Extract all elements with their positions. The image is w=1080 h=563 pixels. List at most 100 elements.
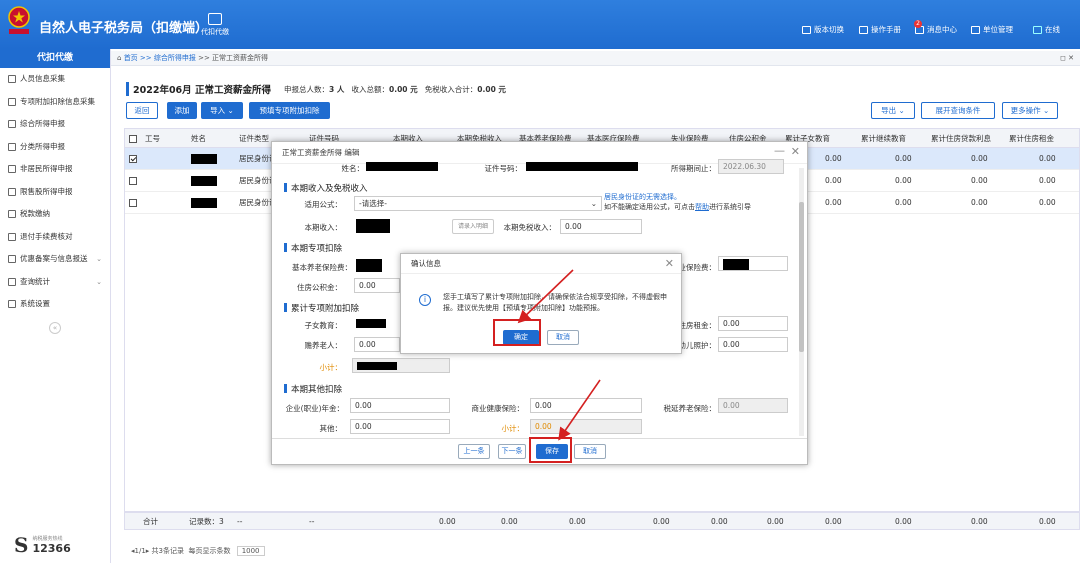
sidebar-item-5[interactable]: 限售股所得申报 bbox=[0, 181, 110, 204]
dialog-scrollbar[interactable] bbox=[799, 168, 804, 436]
sidebar-item-label: 专项附加扣除信息采集 bbox=[20, 96, 95, 106]
sidebar-item-label: 限售股所得申报 bbox=[20, 186, 73, 196]
income-value-redacted bbox=[356, 219, 390, 233]
withhold-icon bbox=[208, 13, 222, 25]
top-nav-label: 代扣代缴 bbox=[201, 28, 229, 36]
child-edu-value-redacted bbox=[356, 319, 386, 328]
person-icon bbox=[8, 75, 16, 84]
hotline-number: 12366 bbox=[32, 542, 71, 555]
select-all-checkbox[interactable] bbox=[129, 135, 137, 143]
sidebar-item-7[interactable]: 退付手续费核对 bbox=[0, 226, 110, 249]
deferred-pension-field: 0.00 bbox=[718, 398, 788, 413]
annuity-input[interactable]: 0.00 bbox=[350, 398, 450, 413]
pager-next-icon[interactable]: ▸ bbox=[146, 547, 150, 555]
name-redacted bbox=[191, 198, 217, 208]
sidebar: 代扣代缴 人员信息采集专项附加扣除信息采集综合所得申报 分类所得申报 非居民所得申报… bbox=[0, 49, 111, 563]
unit-management-button[interactable]: 单位管理 bbox=[971, 24, 1013, 35]
sidebar-item-4[interactable]: 非居民所得申报 bbox=[0, 158, 110, 181]
period-end-field: 2022.06.30 bbox=[718, 159, 784, 174]
add-button[interactable]: 添加 bbox=[167, 102, 197, 119]
expand-query-button[interactable]: 展开查询条件 bbox=[921, 102, 995, 119]
id-type-cell: 居民身份证 bbox=[239, 198, 275, 207]
close-icon[interactable]: ✕ bbox=[665, 257, 674, 270]
message-icon: 2 bbox=[914, 19, 924, 34]
confirm-title: 确认信息 bbox=[401, 254, 681, 274]
sidebar-title: 代扣代缴 bbox=[0, 49, 110, 68]
name-value-redacted bbox=[366, 162, 438, 171]
footer-value: 0.00 bbox=[971, 517, 988, 526]
top-nav-withhold[interactable]: 代扣代缴 bbox=[199, 13, 231, 37]
column-header[interactable]: 累计住房贷款利息 bbox=[931, 129, 991, 148]
page-size-input[interactable]: 1000 bbox=[236, 546, 265, 556]
name-redacted bbox=[191, 176, 217, 186]
sidebar-item-label: 优惠备案与信息报送 bbox=[20, 254, 88, 263]
chevron-down-icon: ⌄ bbox=[1043, 106, 1050, 115]
confirm-cancel-button[interactable]: 取消 bbox=[547, 330, 579, 345]
sidebar-item-8[interactable]: 优惠备案与信息报送 ⌄ bbox=[0, 248, 110, 271]
window-controls[interactable]: ◻ ✕ bbox=[1060, 51, 1074, 66]
health-insurance-input[interactable]: 0.00 bbox=[530, 398, 642, 413]
taxfree-income-input[interactable]: 0.00 bbox=[560, 219, 642, 234]
id-type-cell: 居民身份证 bbox=[239, 154, 275, 163]
income-detail-button[interactable]: 请录入明细 bbox=[452, 219, 494, 234]
column-header[interactable]: 累计住房租金 bbox=[1009, 129, 1054, 148]
column-header[interactable]: 证件类型 bbox=[239, 129, 269, 148]
online-status[interactable]: 在线 bbox=[1033, 24, 1060, 35]
housing-fund-input[interactable]: 0.00 bbox=[354, 278, 400, 293]
sidebar-item-0[interactable]: 人员信息采集 bbox=[0, 68, 110, 91]
hotline-icon: S bbox=[14, 533, 29, 557]
payment-icon bbox=[8, 210, 16, 219]
manual-button[interactable]: 操作手册 bbox=[859, 24, 901, 35]
close-icon[interactable]: ✕ bbox=[791, 145, 800, 158]
prev-record-button[interactable]: 上一条 bbox=[458, 444, 490, 459]
sidebar-item-1[interactable]: 专项附加扣除信息采集 bbox=[0, 91, 110, 114]
list-icon bbox=[8, 97, 16, 106]
sidebar-item-2[interactable]: 综合所得申报 bbox=[0, 113, 110, 136]
message-center-button[interactable]: 2 消息中心 bbox=[914, 19, 957, 35]
collapse-sidebar-icon[interactable]: « bbox=[49, 321, 61, 334]
sidebar-item-10[interactable]: 系统设置 bbox=[0, 293, 110, 316]
infant-care-input[interactable]: 0.00 bbox=[718, 337, 788, 352]
sidebar-item-9[interactable]: 查询统计 ⌄ bbox=[0, 271, 110, 294]
unemployment-input[interactable] bbox=[718, 256, 788, 271]
import-dropdown-button[interactable]: 导入 ⌄ bbox=[201, 102, 243, 119]
next-record-button[interactable]: 下一条 bbox=[498, 444, 526, 459]
elder-support-input[interactable]: 0.00 bbox=[354, 337, 400, 352]
column-header[interactable]: 累计继续教育 bbox=[861, 129, 906, 148]
value-cell: 0.00 bbox=[895, 198, 912, 207]
more-actions-button[interactable]: 更多操作 ⌄ bbox=[1002, 102, 1058, 119]
info-icon: i bbox=[419, 294, 431, 306]
column-header[interactable]: 工号 bbox=[145, 129, 160, 148]
breadcrumb-home[interactable]: 首页 bbox=[124, 54, 138, 62]
other-deduction-input[interactable]: 0.00 bbox=[350, 419, 450, 434]
footer-value: 0.00 bbox=[439, 517, 456, 526]
page-stats: 申报总人数：3 人 收入总额：0.00 元 免税收入合计：0.00 元 bbox=[284, 85, 506, 94]
footer-value: 0.00 bbox=[895, 517, 912, 526]
row-checkbox[interactable] bbox=[129, 177, 137, 185]
column-header[interactable]: 姓名 bbox=[191, 129, 206, 148]
export-dropdown-button[interactable]: 导出 ⌄ bbox=[871, 102, 915, 119]
breadcrumb-comprehensive[interactable]: >> 综合所得申报 bbox=[138, 54, 196, 62]
row-checkbox[interactable] bbox=[129, 199, 137, 207]
help-link[interactable]: 帮助 bbox=[695, 203, 709, 211]
value-cell: 0.00 bbox=[825, 176, 842, 185]
home-icon[interactable]: ⌂ bbox=[117, 54, 121, 62]
version-switch-button[interactable]: 版本切换 bbox=[802, 24, 844, 35]
sidebar-item-6[interactable]: 税款缴纳 bbox=[0, 203, 110, 226]
footer-value: 0.00 bbox=[569, 517, 586, 526]
cumulative-subtotal bbox=[352, 358, 450, 373]
minimize-icon[interactable]: — bbox=[774, 144, 785, 157]
name-redacted bbox=[191, 154, 217, 164]
cancel-button[interactable]: 取消 bbox=[574, 444, 606, 459]
housing-rent-input[interactable]: 0.00 bbox=[718, 316, 788, 331]
id-value-redacted bbox=[526, 162, 638, 171]
section-other-deduction: 本期其他扣除 bbox=[284, 383, 342, 395]
sidebar-item-label: 退付手续费核对 bbox=[20, 231, 73, 241]
prefill-deduction-button[interactable]: 预填专项附加扣除 bbox=[249, 102, 330, 119]
section-income: 本期收入及免税收入 bbox=[284, 182, 368, 194]
formula-select[interactable]: -请选择- ⌄ bbox=[354, 196, 602, 211]
row-checkbox[interactable] bbox=[129, 155, 137, 163]
sidebar-item-3[interactable]: 分类所得申报 bbox=[0, 136, 110, 159]
back-button[interactable]: 返回 bbox=[126, 102, 158, 119]
switch-icon bbox=[802, 25, 811, 34]
